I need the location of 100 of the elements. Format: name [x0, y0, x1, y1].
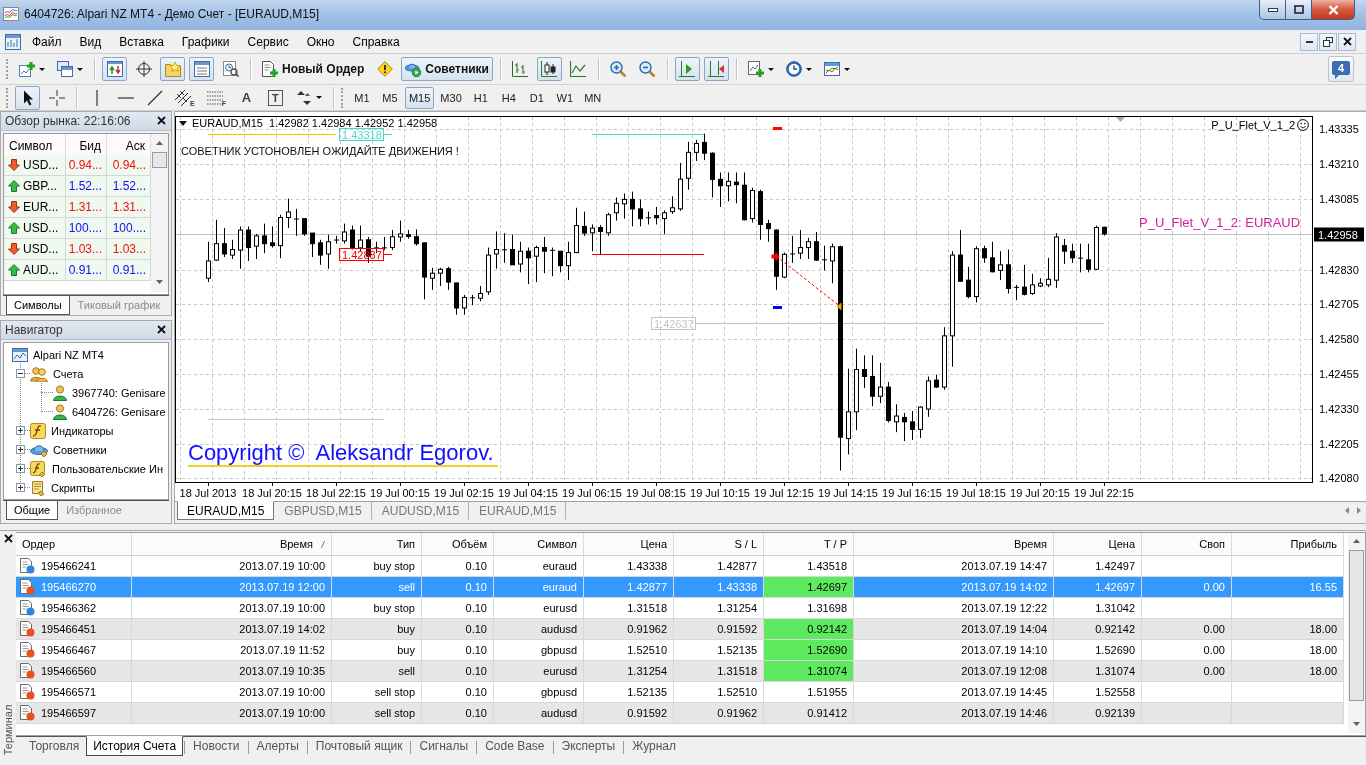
column-header[interactable]: Время [854, 533, 1054, 556]
menu-item[interactable]: Вставка [110, 31, 173, 52]
table-row[interactable]: 195466451 2013.07.19 14:02 buy 0.10 audusd 0.91962 0.91592 0.92142 2013.07.19 14:04 0.92142 0.00 18.00 [16, 619, 1344, 640]
terminal-tab[interactable]: Code Base [478, 736, 552, 756]
menu-item[interactable]: Окно [297, 31, 344, 52]
column-header[interactable]: Своп [1142, 533, 1232, 556]
chart-tab[interactable]: EURAUD,M15 [469, 501, 567, 520]
auto-scroll-button[interactable] [674, 57, 700, 81]
scrollbar[interactable] [151, 134, 168, 292]
timeframe-button[interactable]: W1 [551, 86, 578, 109]
menu-item[interactable]: Справка [343, 31, 409, 52]
close-button[interactable] [157, 116, 167, 126]
timeframe-button[interactable]: MN [579, 86, 606, 109]
chart-tab[interactable]: EURAUD,M15 [177, 501, 275, 520]
tree-item[interactable]: Alpari NZ MT4 [33, 348, 104, 361]
terminal-tab[interactable]: Сигналы [412, 736, 476, 756]
panel-tab[interactable]: Общие [6, 501, 59, 520]
table-row[interactable]: 195466597 2013.07.19 10:00 sell stop 0.10 audusd 0.91592 0.91962 0.91412 2013.07.19 14:46 0.92139 [16, 703, 1344, 724]
market-watch-button[interactable] [102, 57, 127, 81]
table-row[interactable]: 195466571 2013.07.19 10:00 sell stop 0.10 gbpusd 1.52135 1.52510 1.51955 2013.07.19 14:45 1.52558 [16, 682, 1344, 703]
minimize-button[interactable] [1300, 32, 1318, 51]
restore-button[interactable] [1319, 32, 1337, 51]
column-header[interactable]: Аск [107, 134, 151, 158]
timeframe-button[interactable]: H1 [467, 86, 494, 109]
menu-item[interactable]: Графики [172, 31, 239, 52]
table-row[interactable]: 195466270 2013.07.19 12:00 sell 0.10 euraud 1.42877 1.43338 1.42697 2013.07.19 14:02 1.42697 0.00 16.55 [16, 577, 1344, 598]
chart-tab[interactable]: GBPUSD,M15 [274, 501, 372, 520]
expand-icon[interactable] [16, 445, 25, 454]
tree-item[interactable]: Пользовательские Ин [52, 462, 163, 475]
time-tick-label: 19 Jul 20:15 [1010, 487, 1070, 499]
column-header[interactable]: T / P [764, 533, 854, 556]
tree-item[interactable]: 3967740: Genisare [72, 386, 166, 399]
tree-item[interactable]: Скрипты [51, 481, 95, 494]
scrollbar[interactable] [1348, 533, 1365, 733]
timeframe-button[interactable]: M1 [348, 86, 375, 109]
menu-item[interactable]: Сервис [238, 31, 298, 52]
terminal-tab[interactable]: Журнал [625, 736, 684, 756]
close-button[interactable] [157, 325, 167, 335]
caret-icon[interactable] [179, 120, 187, 126]
tree-item[interactable]: Индикаторы [51, 424, 114, 437]
terminal-tab[interactable]: Эксперты [554, 736, 623, 756]
terminal-button[interactable] [189, 57, 214, 81]
column-header[interactable]: Время [132, 533, 332, 556]
timeframe-button[interactable]: M15 [404, 86, 435, 109]
chart-window-icon[interactable] [5, 33, 21, 50]
timeframe-button[interactable]: H4 [495, 86, 522, 109]
timeframe-button[interactable]: D1 [523, 86, 550, 109]
table-cell: 0.92142 [1054, 619, 1142, 639]
scroll-right-button[interactable] [1357, 507, 1361, 514]
sort-icon [321, 540, 325, 548]
close-button[interactable] [1338, 32, 1356, 51]
candle [821, 245, 828, 271]
terminal-tab[interactable]: Алерты [249, 736, 306, 756]
candle-chart-button[interactable] [536, 57, 562, 81]
cursor-button[interactable] [15, 85, 40, 110]
column-header[interactable]: Ордер [16, 533, 132, 556]
tree-item[interactable]: Счета [53, 367, 84, 380]
terminal-tab[interactable]: Почтовый ящик [308, 736, 410, 756]
menu-item[interactable]: Файл [23, 31, 71, 52]
column-header[interactable]: Цена [584, 533, 674, 556]
terminal-tab[interactable]: Новости [186, 736, 247, 756]
table-row[interactable]: 195466467 2013.07.19 11:52 buy 0.10 gbpusd 1.52510 1.52135 1.52690 2013.07.19 14:10 1.52690 0.00 18.00 [16, 640, 1344, 661]
expand-icon[interactable] [16, 464, 25, 473]
close-button[interactable] [1311, 0, 1355, 20]
expand-icon[interactable] [16, 483, 25, 492]
text-label-button[interactable]: T [262, 85, 288, 110]
candle [430, 267, 435, 291]
new-order-button[interactable]: Новый Ордер [258, 57, 369, 81]
experts-button[interactable]: Советники [401, 57, 493, 81]
table-row[interactable]: 195466560 2013.07.19 10:35 sell 0.10 eurusd 1.31254 1.31518 1.31074 2013.07.19 12:08 1.31074 0.00 18.00 [16, 661, 1344, 682]
column-header[interactable]: Цена [1054, 533, 1142, 556]
notifications-button[interactable]: 4 [1328, 56, 1354, 82]
expand-icon[interactable] [16, 426, 25, 435]
column-header[interactable]: Тип [332, 533, 422, 556]
table-row[interactable]: 195466362 2013.07.19 10:00 buy stop 0.10 eurusd 1.31518 1.31254 1.31698 2013.07.19 12:22 1.31042 [16, 598, 1344, 619]
table-row[interactable]: 195466241 2013.07.19 10:00 buy stop 0.10 euraud 1.43338 1.42877 1.43518 2013.07.19 14:47 1.42497 [16, 556, 1344, 577]
column-header[interactable]: Объём [422, 533, 494, 556]
close-button[interactable] [3, 534, 13, 543]
tree-item[interactable]: 6404726: Genisare [72, 405, 166, 418]
timeframe-button[interactable]: M5 [376, 86, 403, 109]
column-header[interactable]: Бид [66, 134, 107, 158]
chart-shift-button[interactable] [703, 57, 729, 81]
chart-tab[interactable]: AUDUSD,M15 [371, 501, 470, 520]
column-header[interactable]: Прибыль [1232, 533, 1344, 556]
candle [902, 412, 907, 442]
column-header[interactable]: S / L [674, 533, 764, 556]
panel-tab[interactable]: Символы [6, 296, 70, 315]
column-header[interactable]: Символ [4, 134, 66, 158]
menu-item[interactable]: Вид [70, 31, 111, 52]
column-header[interactable]: Символ [494, 533, 584, 556]
table-cell: 1.31074 [1054, 661, 1142, 681]
text-button[interactable]: A [233, 85, 259, 110]
tree-item[interactable]: Советники [53, 443, 107, 456]
maximize-button[interactable] [1285, 0, 1312, 20]
timeframe-button[interactable]: M30 [436, 86, 466, 109]
scroll-left-button[interactable] [1345, 507, 1349, 514]
terminal-tab[interactable]: История Счета [86, 736, 184, 756]
terminal-tab[interactable]: Торговля [22, 736, 87, 756]
minimize-button[interactable] [1259, 0, 1286, 20]
collapse-icon[interactable] [16, 369, 25, 378]
